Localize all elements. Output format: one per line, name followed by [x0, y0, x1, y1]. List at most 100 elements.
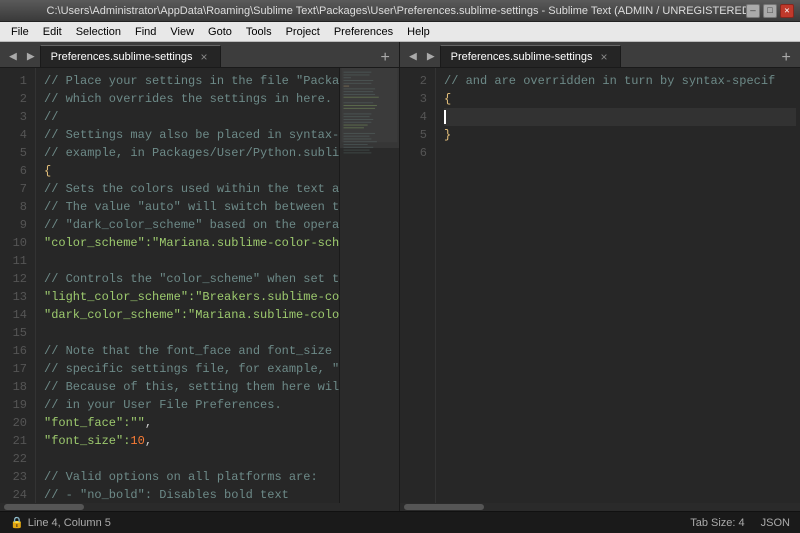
right-code-content[interactable]: // and are overridden in turn by syntax-… [436, 68, 800, 503]
token-comment: // The value "auto" will switch between … [44, 198, 339, 216]
menu-item-file[interactable]: File [4, 22, 36, 41]
menu-item-view[interactable]: View [163, 22, 201, 41]
code-line-23: // Valid options on all platforms are: [44, 468, 335, 486]
close-button[interactable]: ✕ [780, 4, 794, 18]
status-syntax[interactable]: JSON [761, 517, 790, 529]
code-line-7: // Sets the colors used within the text … [44, 180, 335, 198]
left-tab-nav-prev[interactable]: ◀ [4, 45, 22, 67]
line-number-16: 16 [4, 342, 27, 360]
code-line-3: { [444, 90, 796, 108]
token-key: "dark_color_scheme": [44, 306, 188, 324]
minimize-button[interactable]: — [746, 4, 760, 18]
menu-item-find[interactable]: Find [128, 22, 163, 41]
code-line-10: "color_scheme": "Mariana.sublime-color-s… [44, 234, 335, 252]
token-key: "color_scheme": [44, 234, 152, 252]
left-tab-add[interactable]: + [375, 49, 395, 67]
left-tab-close[interactable]: × [199, 50, 210, 64]
window-controls: — □ ✕ [746, 4, 794, 18]
left-tab-bar: ◀ ▶ Preferences.sublime-settings × + [0, 42, 399, 68]
token-key: "font_face": [44, 414, 130, 432]
status-tab-size[interactable]: Tab Size: 4 [690, 517, 744, 529]
line-number-5: 5 [404, 126, 427, 144]
left-code-area: 1234567891011121314151617181920212223242… [0, 68, 399, 503]
right-hscrollbar-thumb[interactable] [404, 504, 484, 510]
right-tab-nav-prev[interactable]: ◀ [404, 45, 422, 67]
right-tab-close[interactable]: × [599, 50, 610, 64]
code-line-18: // Because of this, setting them here wi… [44, 378, 335, 396]
token-brace: } [444, 126, 451, 144]
right-tab-nav-next[interactable]: ▶ [422, 45, 440, 67]
right-tab-add[interactable]: + [776, 49, 796, 67]
right-code-area: 23456 // and are overridden in turn by s… [400, 68, 800, 503]
right-hscrollbar[interactable] [400, 503, 800, 511]
left-hscrollbar-thumb[interactable] [4, 504, 84, 510]
line-number-13: 13 [4, 288, 27, 306]
menu-item-selection[interactable]: Selection [69, 22, 128, 41]
line-number-24: 24 [4, 486, 27, 503]
text-cursor [444, 110, 446, 124]
token-number: 10 [130, 432, 144, 450]
left-hscrollbar[interactable] [0, 503, 399, 511]
code-line-5: } [444, 126, 796, 144]
line-number-14: 14 [4, 306, 27, 324]
token-comment: // and are overridden in turn by syntax-… [444, 72, 775, 90]
line-number-4: 4 [4, 126, 27, 144]
token-comment: // Sets the colors used within the text … [44, 180, 339, 198]
menu-item-help[interactable]: Help [400, 22, 437, 41]
line-number-23: 23 [4, 468, 27, 486]
status-line-col: Line 4, Column 5 [28, 517, 111, 529]
editors-container: ◀ ▶ Preferences.sublime-settings × + 123… [0, 42, 800, 511]
right-tab-active[interactable]: Preferences.sublime-settings × [440, 45, 621, 67]
token-brace: { [44, 162, 51, 180]
right-pane: ◀ ▶ Preferences.sublime-settings × + 234… [400, 42, 800, 511]
token-comment: // "dark_color_scheme" based on the oper… [44, 216, 339, 234]
code-line-6 [444, 144, 796, 162]
line-number-5: 5 [4, 144, 27, 162]
line-number-6: 6 [404, 144, 427, 162]
token-comment: // example, in Packages/User/Python.subl… [44, 144, 339, 162]
menu-item-tools[interactable]: Tools [239, 22, 279, 41]
left-tab-nav-next[interactable]: ▶ [22, 45, 40, 67]
line-number-8: 8 [4, 198, 27, 216]
token-comment: // Settings may also be placed in syntax… [44, 126, 339, 144]
status-left: 🔒 Line 4, Column 5 [10, 516, 111, 529]
left-minimap [339, 68, 399, 503]
code-line-21: "font_size": 10, [44, 432, 335, 450]
status-icon: 🔒 [10, 516, 24, 529]
token-comment: // Note that the font_face and font_size… [44, 342, 339, 360]
code-line-5: // example, in Packages/User/Python.subl… [44, 144, 335, 162]
code-line-22 [44, 450, 335, 468]
code-line-20: "font_face": "", [44, 414, 335, 432]
title-text: C:\Users\Administrator\AppData\Roaming\S… [6, 5, 794, 17]
line-number-12: 12 [4, 270, 27, 288]
title-bar: C:\Users\Administrator\AppData\Roaming\S… [0, 0, 800, 22]
line-number-17: 17 [4, 360, 27, 378]
left-tab-label: Preferences.sublime-settings [51, 51, 193, 63]
right-line-numbers: 23456 [400, 68, 436, 503]
code-line-19: // in your User File Preferences. [44, 396, 335, 414]
left-code-content[interactable]: // Place your settings in the file "Pack… [36, 68, 339, 503]
left-tab-active[interactable]: Preferences.sublime-settings × [40, 45, 221, 67]
code-line-9: // "dark_color_scheme" based on the oper… [44, 216, 335, 234]
code-line-14: "dark_color_scheme": "Mariana.sublime-co… [44, 306, 335, 324]
menu-item-goto[interactable]: Goto [201, 22, 239, 41]
status-right: Tab Size: 4 JSON [690, 517, 790, 529]
token-string: "Mariana.sublime-colo [188, 306, 339, 324]
line-number-21: 21 [4, 432, 27, 450]
menu-bar: FileEditSelectionFindViewGotoToolsProjec… [0, 22, 800, 42]
menu-item-preferences[interactable]: Preferences [327, 22, 400, 41]
maximize-button[interactable]: □ [763, 4, 777, 18]
line-number-19: 19 [4, 396, 27, 414]
code-line-4: // Settings may also be placed in syntax… [44, 126, 335, 144]
line-number-9: 9 [4, 216, 27, 234]
code-line-6: { [44, 162, 335, 180]
line-number-6: 6 [4, 162, 27, 180]
right-tab-bar: ◀ ▶ Preferences.sublime-settings × + [400, 42, 800, 68]
token-key: "light_color_scheme": [44, 288, 195, 306]
menu-item-edit[interactable]: Edit [36, 22, 69, 41]
code-line-4 [444, 108, 796, 126]
code-line-12: // Controls the "color_scheme" when set … [44, 270, 335, 288]
left-pane: ◀ ▶ Preferences.sublime-settings × + 123… [0, 42, 400, 511]
token-key: "font_size": [44, 432, 130, 450]
menu-item-project[interactable]: Project [279, 22, 327, 41]
